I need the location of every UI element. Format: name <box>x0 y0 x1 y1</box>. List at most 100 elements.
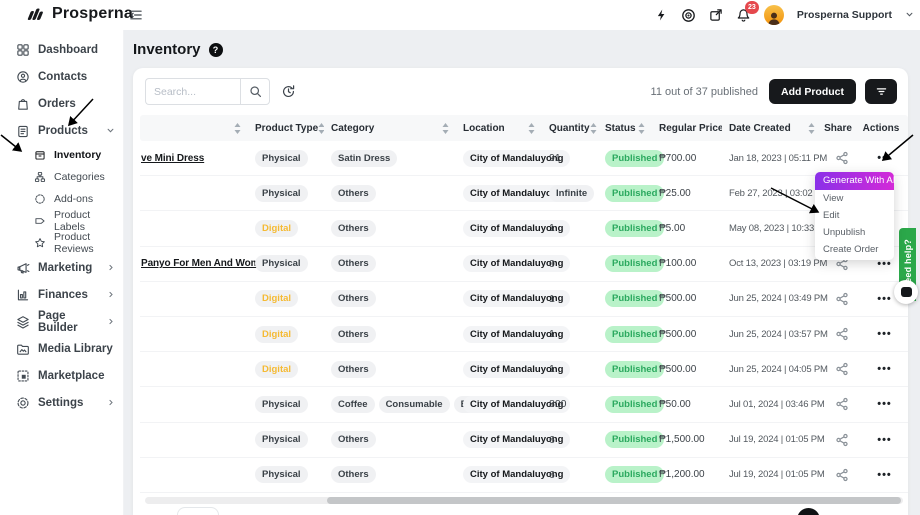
quantity-badge: Infinite <box>549 185 594 202</box>
table-row: DigitalOthersCity of Mandaluyong1Publish… <box>140 317 908 352</box>
row-actions-button[interactable]: ••• <box>854 328 908 340</box>
search-icon[interactable] <box>240 78 270 105</box>
sidebar-item-finances[interactable]: Finances <box>0 281 123 308</box>
sidebar-item-contacts[interactable]: Contacts <box>0 63 123 90</box>
sidebar-item-marketplace[interactable]: Marketplace <box>0 362 123 389</box>
menu-item-unpublish[interactable]: Unpublish <box>815 224 894 241</box>
avatar[interactable] <box>764 5 784 25</box>
categories-icon <box>34 171 46 183</box>
pagination-control[interactable] <box>177 507 219 515</box>
column-header-category[interactable]: Category <box>324 115 456 141</box>
bell-icon[interactable]: 23 <box>736 8 751 23</box>
share-icon[interactable] <box>822 292 854 306</box>
sidebar-item-media-library[interactable]: Media Library <box>0 335 123 362</box>
sidebar-item-categories[interactable]: Categories <box>0 166 123 188</box>
sort-icon[interactable] <box>590 123 597 134</box>
sort-icon[interactable] <box>808 123 815 134</box>
column-header-product-type[interactable]: Product Type <box>248 115 324 141</box>
category-cell: Others <box>324 255 456 272</box>
chevron-down-icon[interactable] <box>905 6 914 24</box>
sidebar-item-add-ons[interactable]: Add-ons <box>0 188 123 210</box>
marketplace-icon <box>16 369 30 383</box>
date-created-cell: Jun 25, 2024 | 03:57 PM <box>722 329 822 340</box>
row-actions-button[interactable]: ••• <box>854 469 908 481</box>
menu-item-create-order[interactable]: Create Order <box>815 241 894 258</box>
column-header-quantity[interactable]: Quantity <box>542 115 598 141</box>
share-icon[interactable] <box>822 468 854 482</box>
chevron-right-icon <box>107 398 115 407</box>
table-row: ve Mini DressPhysicalSatin DressCity of … <box>140 141 908 176</box>
chevron-right-icon <box>107 263 115 272</box>
chat-widget-button[interactable] <box>894 280 918 304</box>
share-icon[interactable] <box>822 397 854 411</box>
product-name-cell: Panyo For Men And Women <box>140 258 248 269</box>
row-actions-button[interactable]: ••• <box>854 398 908 410</box>
menu-item-generate-with-ai[interactable]: Generate With AI <box>815 172 894 190</box>
quantity-cell: Infinite <box>542 185 598 202</box>
filter-button[interactable] <box>865 79 897 104</box>
menu-item-edit[interactable]: Edit <box>815 207 894 224</box>
horizontal-scrollbar <box>145 497 903 504</box>
status-cell: Published <box>598 150 652 167</box>
category-cell: Others <box>324 185 456 202</box>
sidebar-item-product-reviews[interactable]: Product Reviews <box>0 232 123 254</box>
category-badge: Others <box>331 326 376 343</box>
sidebar-item-inventory[interactable]: Inventory <box>0 144 123 166</box>
status-cell: Published <box>598 431 652 448</box>
external-link-icon[interactable] <box>709 8 723 22</box>
row-actions-button[interactable]: ••• <box>854 152 908 164</box>
sidebar-item-settings[interactable]: Settings <box>0 389 123 416</box>
product-name-link[interactable]: ve Mini Dress <box>141 153 204 164</box>
sort-icon[interactable] <box>442 123 449 134</box>
quantity-cell: 1 <box>542 293 598 305</box>
scrollbar-thumb[interactable] <box>327 497 901 504</box>
menu-item-view[interactable]: View <box>815 190 894 207</box>
product-type-cell: Digital <box>248 326 324 343</box>
row-actions-button[interactable]: ••• <box>854 434 908 446</box>
price-cell: ₱500.00 <box>652 329 722 340</box>
share-icon[interactable] <box>822 433 854 447</box>
sidebar-item-orders[interactable]: Orders <box>0 90 123 117</box>
brand-logo[interactable]: Prosperna <box>27 5 133 23</box>
sidebar-item-product-labels[interactable]: Product Labels <box>0 210 123 232</box>
inventory-table: Product TypeCategoryLocationQuantityStat… <box>140 115 908 493</box>
sort-icon[interactable] <box>638 123 645 134</box>
quantity-cell: 6 <box>542 469 598 481</box>
share-icon[interactable] <box>822 151 854 165</box>
quantity-cell: 6 <box>542 434 598 446</box>
sort-icon[interactable] <box>528 123 535 134</box>
date-created-cell: Jun 25, 2024 | 03:49 PM <box>722 293 822 304</box>
sidebar-item-marketing[interactable]: Marketing <box>0 254 123 281</box>
share-icon[interactable] <box>822 327 854 341</box>
column-header-regular-price[interactable]: Regular Price <box>652 115 722 141</box>
add-product-button[interactable]: Add Product <box>769 79 856 104</box>
reviews-icon <box>34 237 46 249</box>
brand-name: Prosperna <box>52 5 133 23</box>
history-icon[interactable] <box>281 78 296 105</box>
table-row: PhysicalOthersCity of Mandaluyong6Publis… <box>140 458 908 493</box>
category-badge: Satin Dress <box>331 150 397 167</box>
sidebar-item-products[interactable]: Products <box>0 117 123 144</box>
share-icon[interactable] <box>822 362 854 376</box>
category-cell: Others <box>324 466 456 483</box>
settings-icon <box>16 396 30 410</box>
page-title: Inventory <box>133 41 201 58</box>
search-input[interactable] <box>145 78 240 105</box>
published-summary: 11 out of 37 published <box>651 86 758 98</box>
help-icon[interactable]: ? <box>209 43 223 57</box>
target-icon[interactable] <box>681 8 696 23</box>
row-actions-button[interactable]: ••• <box>854 363 908 375</box>
column-header-date-created[interactable]: Date Created <box>722 115 822 141</box>
bolt-icon[interactable] <box>655 8 668 22</box>
product-type-badge: Digital <box>255 326 298 343</box>
chevron-right-icon <box>107 290 115 299</box>
column-header-location[interactable]: Location <box>456 115 542 141</box>
sidebar-item-page-builder[interactable]: Page Builder <box>0 308 123 335</box>
status-cell: Published <box>598 255 652 272</box>
collapse-sidebar-icon[interactable] <box>129 8 143 27</box>
account-name[interactable]: Prosperna Support <box>797 9 892 21</box>
column-header-status[interactable]: Status <box>598 115 652 141</box>
sort-icon[interactable] <box>234 123 241 134</box>
column-header-blank[interactable] <box>140 115 248 141</box>
sidebar-item-dashboard[interactable]: Dashboard <box>0 36 123 63</box>
